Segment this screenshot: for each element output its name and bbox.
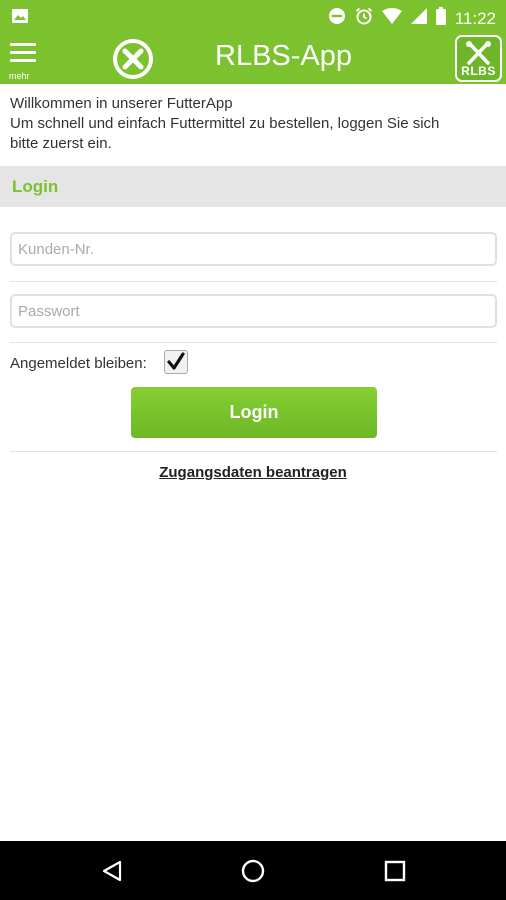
back-icon[interactable] (101, 860, 123, 887)
welcome-line: bitte zuerst ein. (10, 135, 112, 152)
login-button[interactable]: Login (131, 387, 377, 438)
alarm-icon (355, 7, 373, 30)
battery-icon (435, 7, 446, 30)
section-title: Login (12, 177, 59, 196)
divider (10, 342, 497, 343)
menu-label: mehr (9, 71, 30, 81)
welcome-line: Willkommen in unserer FutterApp (10, 95, 233, 112)
cutlery-cross-icon[interactable] (112, 38, 154, 80)
clock-time: 11:22 (454, 8, 496, 28)
signal-icon (410, 8, 427, 29)
checkmark-icon (167, 352, 185, 370)
do-not-disturb-icon (328, 7, 346, 30)
customer-number-input[interactable] (10, 232, 497, 266)
login-section-header: Login (0, 166, 506, 207)
app-title: RLBS-App (215, 40, 353, 72)
recents-icon[interactable] (384, 860, 406, 887)
welcome-text: Willkommen in unserer FutterApp Um schne… (10, 94, 490, 154)
divider (10, 281, 497, 282)
menu-button[interactable]: mehr (8, 41, 42, 81)
password-input[interactable] (10, 294, 497, 328)
request-credentials-link[interactable]: Zugangsdaten beantragen (0, 464, 506, 481)
divider (10, 451, 497, 452)
system-nav-bar (0, 841, 506, 900)
welcome-line: Um schnell und einfach Futtermittel zu b… (10, 115, 440, 132)
app-bar: mehr RLBS-App RLBS (0, 33, 506, 84)
logo-text: RLBS (461, 64, 496, 78)
hamburger-menu-icon (10, 43, 36, 67)
wifi-icon (381, 8, 402, 29)
home-icon[interactable] (241, 859, 265, 888)
remember-me-checkbox[interactable] (164, 350, 188, 374)
image-notification-icon (12, 8, 28, 29)
rlbs-logo[interactable]: RLBS (455, 35, 502, 82)
status-bar: 11:22 (0, 0, 506, 33)
remember-me-label: Angemeldet bleiben: (10, 355, 147, 372)
